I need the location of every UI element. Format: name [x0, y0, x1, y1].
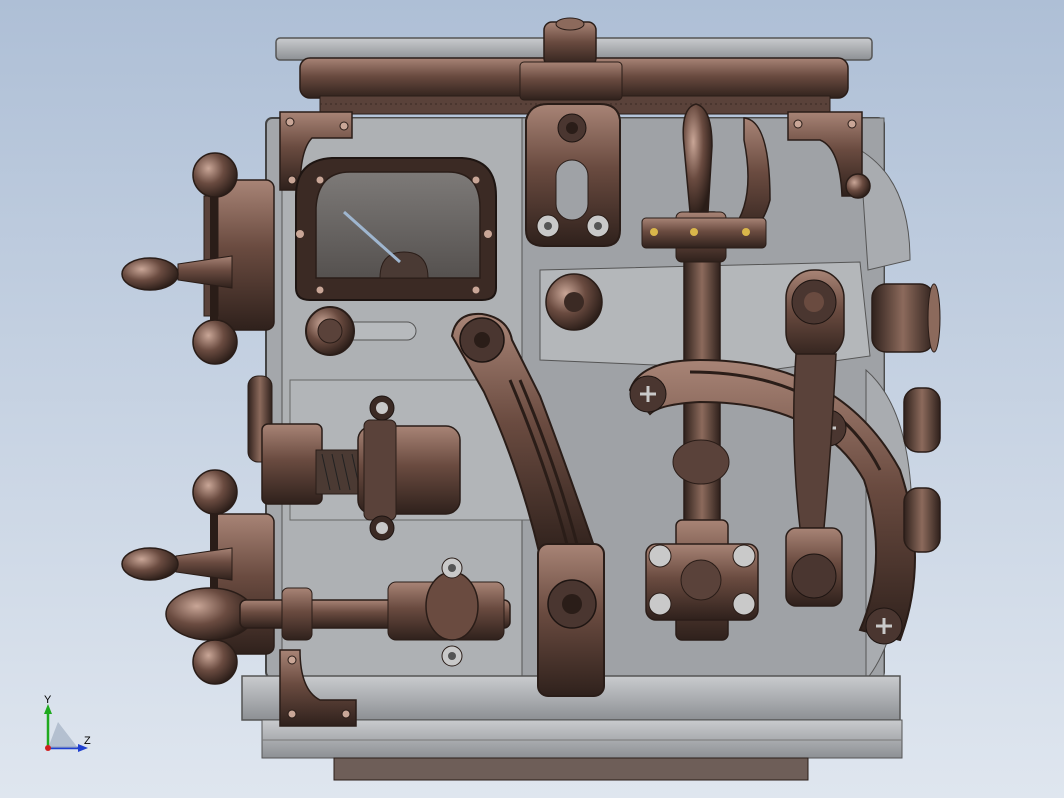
spindle-mount-plate	[645, 543, 759, 621]
axis-triad: Y Z	[44, 694, 91, 752]
upper-yoke-bracket[interactable]	[525, 103, 621, 247]
axis-z-label: Z	[84, 735, 91, 747]
pressure-gauge[interactable]	[295, 157, 497, 301]
lower-left-handwheel[interactable]	[121, 469, 275, 685]
right-spool-upper	[871, 283, 941, 353]
cad-viewport[interactable]: Y Z	[0, 0, 1064, 798]
upper-left-handwheel[interactable]	[121, 152, 275, 365]
right-spool-middle	[903, 387, 941, 453]
pivot-boss-upper	[545, 273, 603, 331]
right-spool-lower	[903, 487, 941, 553]
axis-y-label: Y	[44, 694, 52, 706]
bottom-crank-arm[interactable]	[537, 543, 605, 697]
